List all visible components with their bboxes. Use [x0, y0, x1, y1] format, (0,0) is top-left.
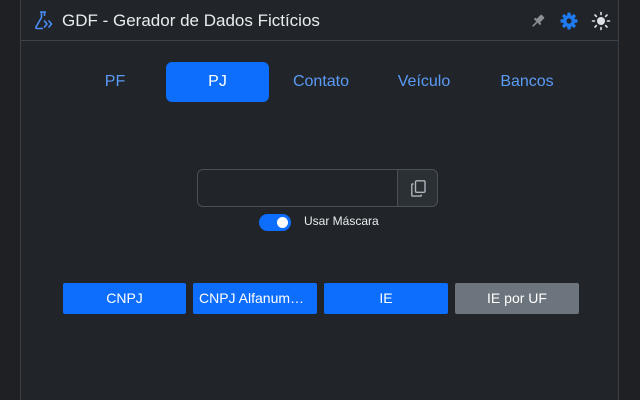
ie-por-uf-button[interactable]: IE por UF [455, 283, 579, 314]
pin-icon[interactable] [528, 11, 548, 31]
cnpj-alfanumerico-button[interactable]: CNPJ Alfanumérico [193, 283, 317, 314]
flask-logo-icon [33, 10, 53, 30]
tab-pf[interactable]: PF [79, 62, 151, 102]
tab-contato[interactable]: Contato [281, 62, 361, 102]
ie-button[interactable]: IE [324, 283, 448, 314]
sun-icon[interactable] [591, 11, 611, 31]
mask-toggle[interactable] [259, 214, 291, 231]
copy-icon [411, 180, 426, 197]
tab-pj[interactable]: PJ [166, 62, 269, 102]
tab-bancos[interactable]: Bancos [487, 62, 567, 102]
gear-icon[interactable] [559, 11, 579, 31]
result-field-group [197, 169, 438, 207]
header: GDF - Gerador de Dados Fictícios [21, 0, 618, 41]
cnpj-button[interactable]: CNPJ [63, 283, 186, 314]
app-title: GDF - Gerador de Dados Fictícios [62, 11, 320, 30]
toggle-knob [277, 217, 288, 228]
generated-value-input[interactable] [197, 169, 398, 207]
copy-button[interactable] [397, 169, 438, 207]
mask-label: Usar Máscara [304, 214, 379, 228]
tab-bar: PF PJ Contato Veículo Bancos [21, 62, 618, 102]
extension-panel: GDF - Gerador de Dados Fictícios PF PJ C… [20, 0, 619, 400]
tab-veiculo[interactable]: Veículo [384, 62, 464, 102]
